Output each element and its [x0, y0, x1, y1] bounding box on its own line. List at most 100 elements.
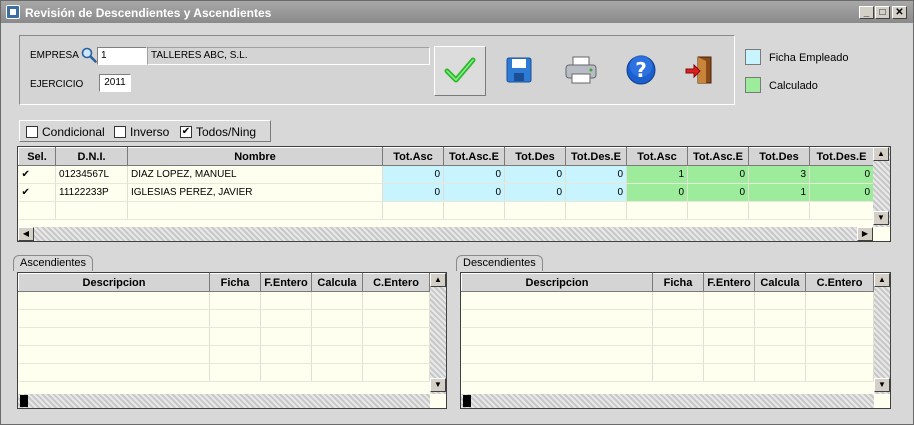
main-window: Revisión de Descendientes y Ascendientes… — [0, 0, 914, 425]
condicional-box[interactable] — [26, 126, 38, 138]
empresa-code-input[interactable]: 1 — [97, 47, 147, 65]
descendientes-col-header-0[interactable]: Descripcion — [461, 273, 653, 292]
employee-grid-hscroll[interactable]: ◀ ▶ — [18, 227, 873, 241]
ascendientes-hscroll[interactable] — [18, 394, 430, 408]
ascendientes-col-header-2[interactable]: F.Entero — [260, 273, 312, 292]
todos-box[interactable]: ✔ — [180, 126, 192, 138]
descendientes-grid: Descripcion Ficha F.Entero Calcula C.Entero … — [460, 272, 891, 409]
employee-col-header-6[interactable]: Tot.Des.E — [565, 147, 627, 166]
empresa-name-field: TALLERES ABC, S.L. — [147, 47, 430, 65]
minimize-button[interactable]: _ — [859, 6, 874, 19]
employee-col-header-10[interactable]: Tot.Des.E — [809, 147, 874, 166]
table-cell-c1: 0 — [626, 183, 688, 202]
table-cell-c3: 3 — [748, 165, 810, 184]
empty-row — [461, 291, 874, 310]
table-cell-f3: 0 — [504, 183, 566, 202]
condicional-label: Condicional — [42, 125, 105, 139]
table-cell-f4: 0 — [565, 165, 627, 184]
inverso-checkbox[interactable]: Inverso — [114, 125, 169, 139]
employee-col-header-2[interactable]: Nombre — [127, 147, 383, 166]
ascendientes-grid: Descripcion Ficha F.Entero Calcula C.Entero … — [17, 272, 447, 409]
ascendientes-col-header-0[interactable]: Descripcion — [18, 273, 210, 292]
ficha-legend-swatch — [745, 49, 761, 65]
descendientes-scroll-up-button[interactable]: ▲ — [874, 273, 890, 287]
print-button[interactable] — [555, 46, 607, 96]
save-button[interactable] — [493, 46, 545, 96]
employee-grid-header: Sel. D.N.I. Nombre Tot.Asc Tot.Asc.E Tot.Des T… — [18, 147, 874, 166]
scroll-right-button[interactable]: ▶ — [857, 227, 873, 241]
employee-col-header-3[interactable]: Tot.Asc — [382, 147, 444, 166]
help-button[interactable]: ? — [615, 46, 667, 96]
empty-row — [18, 309, 430, 328]
ascendientes-scroll-down-button[interactable]: ▼ — [430, 378, 446, 392]
table-row[interactable]: ✔ 01234567L DIAZ LOPEZ, MANUEL 0 0 0 0 1 0 3 0 — [18, 165, 874, 184]
employee-col-header-9[interactable]: Tot.Des — [748, 147, 810, 166]
employee-col-header-1[interactable]: D.N.I. — [55, 147, 128, 166]
help-icon: ? — [626, 54, 656, 88]
employee-col-header-4[interactable]: Tot.Asc.E — [443, 147, 505, 166]
table-cell-c4: 0 — [809, 183, 874, 202]
table-cell-c2: 0 — [687, 183, 749, 202]
table-cell-nombre: DIAZ LOPEZ, MANUEL — [127, 165, 383, 184]
descendientes-scroll-down-button[interactable]: ▼ — [874, 378, 890, 392]
scroll-down-button[interactable]: ▼ — [873, 211, 889, 225]
descendientes-col-header-4[interactable]: C.Entero — [805, 273, 874, 292]
ascendientes-tab: Ascendientes — [13, 255, 94, 271]
row-select-checkbox[interactable]: ✔ — [18, 183, 56, 202]
condicional-checkbox[interactable]: Condicional — [26, 125, 105, 139]
ascendientes-hscroll-thumb[interactable] — [20, 395, 28, 407]
calculado-legend-swatch — [745, 77, 761, 93]
window-title: Revisión de Descendientes y Ascendientes — [25, 6, 272, 20]
save-icon — [505, 56, 533, 87]
exit-button[interactable] — [673, 46, 725, 96]
table-cell-f1: 0 — [382, 183, 444, 202]
empty-row — [18, 291, 430, 310]
close-button[interactable]: ✕ — [892, 6, 907, 19]
employee-col-header-0[interactable]: Sel. — [18, 147, 56, 166]
ascendientes-col-header-4[interactable]: C.Entero — [362, 273, 430, 292]
descendientes-vscroll[interactable]: ▲ ▼ — [874, 273, 890, 394]
descendientes-col-header-3[interactable]: Calcula — [754, 273, 806, 292]
ascendientes-scroll-up-button[interactable]: ▲ — [430, 273, 446, 287]
table-cell-dni: 11122233P — [55, 183, 128, 202]
search-icon[interactable] — [81, 47, 97, 63]
scroll-left-button[interactable]: ◀ — [18, 227, 34, 241]
employee-col-header-5[interactable]: Tot.Des — [504, 147, 566, 166]
todos-checkbox[interactable]: ✔ Todos/Ning — [180, 125, 256, 139]
descendientes-col-header-2[interactable]: F.Entero — [703, 273, 755, 292]
employee-grid-vscroll[interactable]: ▲ ▼ — [873, 147, 890, 227]
employee-col-header-8[interactable]: Tot.Asc.E — [687, 147, 749, 166]
accept-button[interactable] — [434, 46, 486, 96]
table-cell-f2: 0 — [443, 165, 505, 184]
ascendientes-vscroll[interactable]: ▲ ▼ — [430, 273, 446, 394]
employee-grid: Sel. D.N.I. Nombre Tot.Asc Tot.Asc.E Tot.Des T… — [17, 146, 891, 242]
table-cell-f1: 0 — [382, 165, 444, 184]
descendientes-hscroll[interactable] — [461, 394, 874, 408]
ascendientes-col-header-1[interactable]: Ficha — [209, 273, 261, 292]
descendientes-hscroll-thumb[interactable] — [463, 395, 471, 407]
filter-bar: Condicional Inverso ✔ Todos/Ning — [19, 120, 271, 142]
ascendientes-grid-header: Descripcion Ficha F.Entero Calcula C.Entero — [18, 273, 430, 292]
table-cell-f2: 0 — [443, 183, 505, 202]
ejercicio-input[interactable]: 2011 — [99, 74, 131, 92]
table-cell-f4: 0 — [565, 183, 627, 202]
employee-col-header-7[interactable]: Tot.Asc — [626, 147, 688, 166]
table-row[interactable]: ✔ 11122233P IGLESIAS PEREZ, JAVIER 0 0 0 0 0 0 1 0 — [18, 183, 874, 202]
descendientes-col-header-1[interactable]: Ficha — [652, 273, 704, 292]
scroll-up-button[interactable]: ▲ — [873, 147, 889, 161]
ascendientes-col-header-3[interactable]: Calcula — [311, 273, 363, 292]
title-bar[interactable]: Revisión de Descendientes y Ascendientes… — [1, 1, 913, 23]
ejercicio-label: EJERCICIO — [30, 79, 84, 90]
row-select-checkbox[interactable]: ✔ — [18, 165, 56, 184]
table-cell-nombre: IGLESIAS PEREZ, JAVIER — [127, 183, 383, 202]
exit-icon — [684, 55, 714, 88]
inverso-box[interactable] — [114, 126, 126, 138]
empty-row — [461, 363, 874, 382]
descendientes-grid-header: Descripcion Ficha F.Entero Calcula C.Entero — [461, 273, 874, 292]
maximize-button[interactable]: □ — [875, 6, 890, 19]
table-cell-c2: 0 — [687, 165, 749, 184]
check-icon — [444, 56, 476, 87]
empty-row — [461, 345, 874, 364]
empty-row — [461, 327, 874, 346]
empresa-label: EMPRESA — [30, 50, 79, 61]
